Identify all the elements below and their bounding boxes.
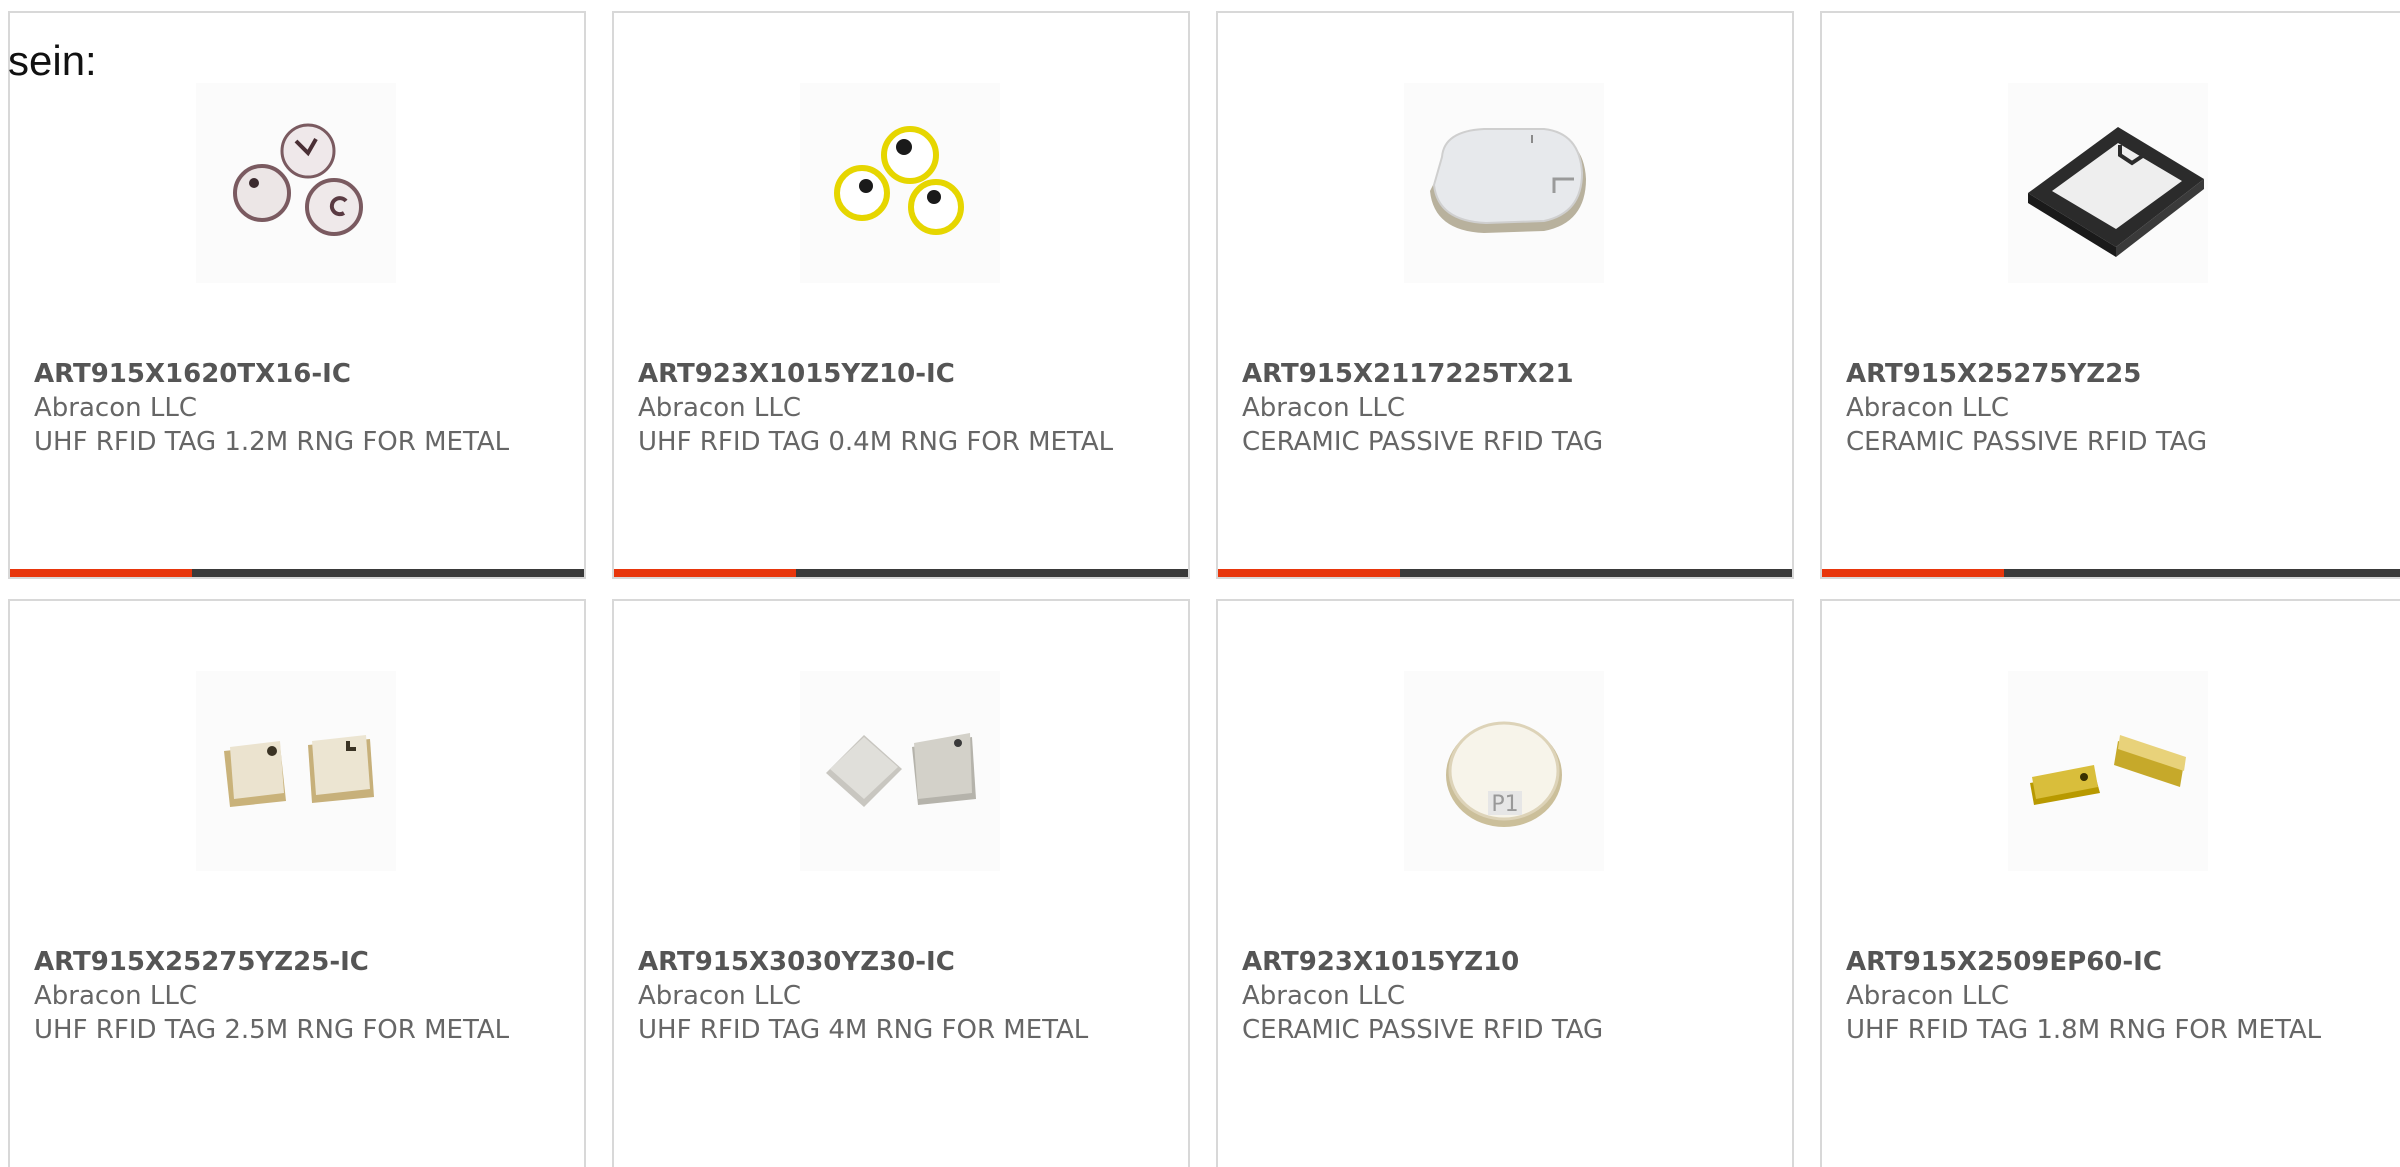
accent-fill — [1822, 569, 2004, 577]
description: UHF RFID TAG 4M RNG FOR METAL — [638, 1015, 1089, 1045]
description: UHF RFID TAG 1.2M RNG FOR METAL — [34, 427, 510, 457]
product-info: ART915X2117225TX21 Abracon LLC CERAMIC P… — [1242, 357, 1722, 459]
part-number[interactable]: ART915X2117225TX21 — [1242, 357, 1722, 391]
product-info: ART915X25275YZ25-IC Abracon LLC UHF RFID… — [34, 945, 514, 1047]
product-image[interactable] — [196, 83, 396, 283]
round-rfid-tags-icon — [233, 123, 363, 236]
product-card[interactable]: ART915X2509EP60-IC Abracon LLC UHF RFID … — [1820, 599, 2400, 1167]
product-card[interactable]: ART915X25275YZ25-IC Abracon LLC UHF RFID… — [8, 599, 586, 1167]
description: CERAMIC PASSIVE RFID TAG — [1242, 427, 1604, 457]
accent-fill — [614, 569, 796, 577]
manufacturer: Abracon LLC — [1242, 393, 1405, 423]
description: UHF RFID TAG 1.8M RNG FOR METAL — [1846, 1015, 2322, 1045]
manufacturer: Abracon LLC — [34, 981, 197, 1011]
manufacturer: Abracon LLC — [638, 393, 801, 423]
product-card[interactable]: ART915X1620TX16-IC Abracon LLC UHF RFID … — [8, 11, 586, 579]
part-number[interactable]: ART915X1620TX16-IC — [34, 357, 514, 391]
rectangular-gold-tags-icon — [2030, 735, 2186, 805]
product-info: ART915X2509EP60-IC Abracon LLC UHF RFID … — [1846, 945, 2326, 1047]
description: UHF RFID TAG 2.5M RNG FOR METAL — [34, 1015, 510, 1045]
card-accent-bar — [1218, 569, 1792, 577]
yellow-round-rfid-tags-icon — [834, 126, 964, 235]
product-card[interactable]: ART915X2117225TX21 Abracon LLC CERAMIC P… — [1216, 11, 1794, 579]
product-image[interactable] — [800, 671, 1000, 871]
product-card[interactable]: P1 ART923X1015YZ10 Abracon LLC CERAMIC P… — [1216, 599, 1794, 1167]
part-number[interactable]: ART923X1015YZ10-IC — [638, 357, 1118, 391]
product-card[interactable]: ART915X3030YZ30-IC Abracon LLC UHF RFID … — [612, 599, 1190, 1167]
product-image[interactable] — [196, 671, 396, 871]
manufacturer: Abracon LLC — [638, 981, 801, 1011]
part-number[interactable]: ART915X2509EP60-IC — [1846, 945, 2326, 979]
description: UHF RFID TAG 0.4M RNG FOR METAL — [638, 427, 1114, 457]
card-accent-bar — [1822, 569, 2400, 577]
square-silver-tags-icon — [826, 733, 976, 807]
product-info: ART915X3030YZ30-IC Abracon LLC UHF RFID … — [638, 945, 1118, 1047]
part-number[interactable]: ART915X3030YZ30-IC — [638, 945, 1118, 979]
product-image[interactable] — [2008, 671, 2208, 871]
round-ceramic-tag-icon: P1 — [1446, 721, 1562, 827]
product-card[interactable]: ART923X1015YZ10-IC Abracon LLC UHF RFID … — [612, 11, 1190, 579]
part-number[interactable]: ART915X25275YZ25 — [1846, 357, 2326, 391]
square-gold-tags-icon — [224, 735, 374, 807]
product-image[interactable] — [2008, 83, 2208, 283]
accent-fill — [10, 569, 192, 577]
manufacturer: Abracon LLC — [1242, 981, 1405, 1011]
manufacturer: Abracon LLC — [1846, 393, 2009, 423]
description: CERAMIC PASSIVE RFID TAG — [1242, 1015, 1604, 1045]
manufacturer: Abracon LLC — [1846, 981, 2009, 1011]
square-black-tag-icon — [2028, 127, 2204, 257]
part-number[interactable]: ART923X1015YZ10 — [1242, 945, 1722, 979]
product-info: ART915X25275YZ25 Abracon LLC CERAMIC PAS… — [1846, 357, 2326, 459]
product-image[interactable] — [1404, 83, 1604, 283]
product-grid: ART915X1620TX16-IC Abracon LLC UHF RFID … — [8, 11, 2400, 1167]
oval-ceramic-tag-icon — [1430, 128, 1586, 233]
manufacturer: Abracon LLC — [34, 393, 197, 423]
product-info: ART923X1015YZ10 Abracon LLC CERAMIC PASS… — [1242, 945, 1722, 1047]
product-image[interactable] — [800, 83, 1000, 283]
card-accent-bar — [614, 569, 1188, 577]
product-info: ART923X1015YZ10-IC Abracon LLC UHF RFID … — [638, 357, 1118, 459]
product-card[interactable]: ART915X25275YZ25 Abracon LLC CERAMIC PAS… — [1820, 11, 2400, 579]
svg-text:P1: P1 — [1491, 792, 1518, 817]
description: CERAMIC PASSIVE RFID TAG — [1846, 427, 2208, 457]
product-info: ART915X1620TX16-IC Abracon LLC UHF RFID … — [34, 357, 514, 459]
product-image[interactable]: P1 — [1404, 671, 1604, 871]
part-number[interactable]: ART915X25275YZ25-IC — [34, 945, 514, 979]
card-accent-bar — [10, 569, 584, 577]
accent-fill — [1218, 569, 1400, 577]
intro-text: sein: — [8, 37, 97, 84]
